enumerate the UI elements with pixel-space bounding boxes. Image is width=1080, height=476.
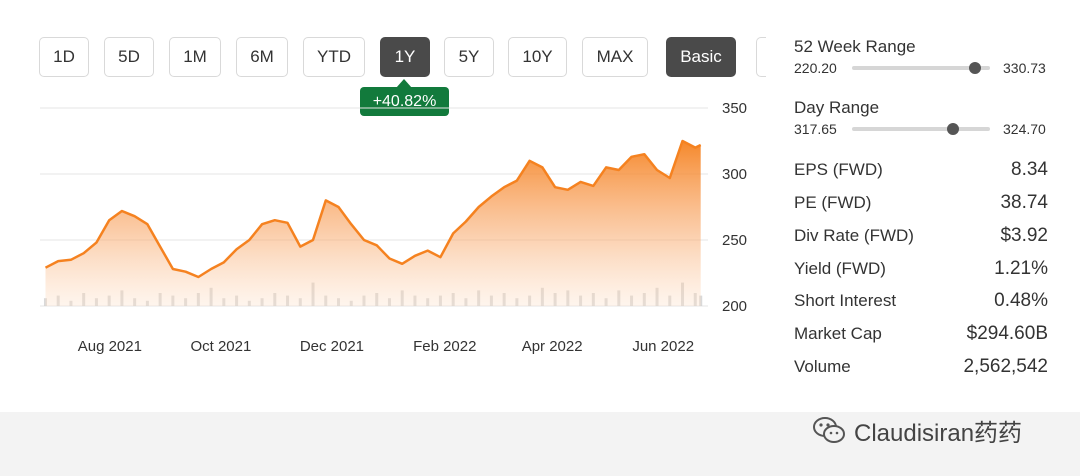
quote-panel: 1D 5D 1M 6M YTD 1Y 5Y 10Y MAX Basic +40.…	[0, 0, 1080, 412]
pe-fwd-label: PE (FWD)	[794, 193, 872, 212]
week52-range-label: 52 Week Range	[794, 37, 916, 56]
x-tick-label: Jun 2022	[632, 338, 694, 355]
volume-label: Volume	[794, 357, 851, 376]
wechat-icon	[813, 417, 845, 443]
yield-fwd-value: 1.21%	[994, 258, 1048, 279]
week52-range-min: 220.20	[794, 60, 837, 76]
y-tick-label: 350	[722, 100, 747, 117]
short-interest-label: Short Interest	[794, 291, 897, 310]
short-interest-value: 0.48%	[994, 290, 1048, 311]
x-tick-label: Aug 2021	[78, 338, 142, 355]
x-tick-label: Oct 2021	[190, 338, 251, 355]
week52-range-marker	[968, 62, 981, 74]
y-axis-ticks: 350 300 250 200	[722, 100, 747, 315]
y-tick-label: 300	[722, 166, 747, 183]
day-range-max: 324.70	[1003, 121, 1046, 137]
day-range-label: Day Range	[794, 98, 880, 117]
x-tick-label: Feb 2022	[413, 338, 476, 355]
day-range-marker	[946, 123, 959, 135]
watermark-text: Claudisiran药药	[854, 419, 1023, 447]
yield-fwd-label: Yield (FWD)	[794, 259, 886, 278]
eps-fwd-label: EPS (FWD)	[794, 160, 883, 179]
div-rate-fwd-value: $3.92	[1000, 225, 1048, 246]
pe-fwd-value: 38.74	[1000, 192, 1048, 213]
week52-range-max: 330.73	[1003, 60, 1046, 76]
week52-range-track	[852, 62, 990, 74]
market-cap-label: Market Cap	[794, 324, 882, 343]
x-tick-label: Dec 2021	[300, 338, 364, 355]
day-range-min: 317.65	[794, 121, 837, 137]
price-area	[45, 141, 701, 306]
y-tick-label: 200	[722, 298, 747, 315]
x-axis-ticks: Aug 2021 Oct 2021 Dec 2021 Feb 2022 Apr 2022…	[78, 338, 694, 355]
y-tick-label: 250	[722, 232, 747, 249]
div-rate-fwd-label: Div Rate (FWD)	[794, 226, 914, 245]
price-chart[interactable]: 350 300 250 200 Aug 2021 Oct 2021 Dec 2021 Feb…	[0, 0, 760, 412]
day-range-track	[852, 123, 990, 135]
market-cap-value: $294.60B	[966, 323, 1048, 344]
watermark: Claudisiran药药	[812, 413, 1022, 447]
volume-value: 2,562,542	[963, 356, 1048, 377]
stock-quote-widget: 1D 5D 1M 6M YTD 1Y 5Y 10Y MAX Basic +40.…	[0, 0, 1080, 476]
x-tick-label: Apr 2022	[522, 338, 583, 355]
eps-fwd-value: 8.34	[1011, 159, 1048, 180]
